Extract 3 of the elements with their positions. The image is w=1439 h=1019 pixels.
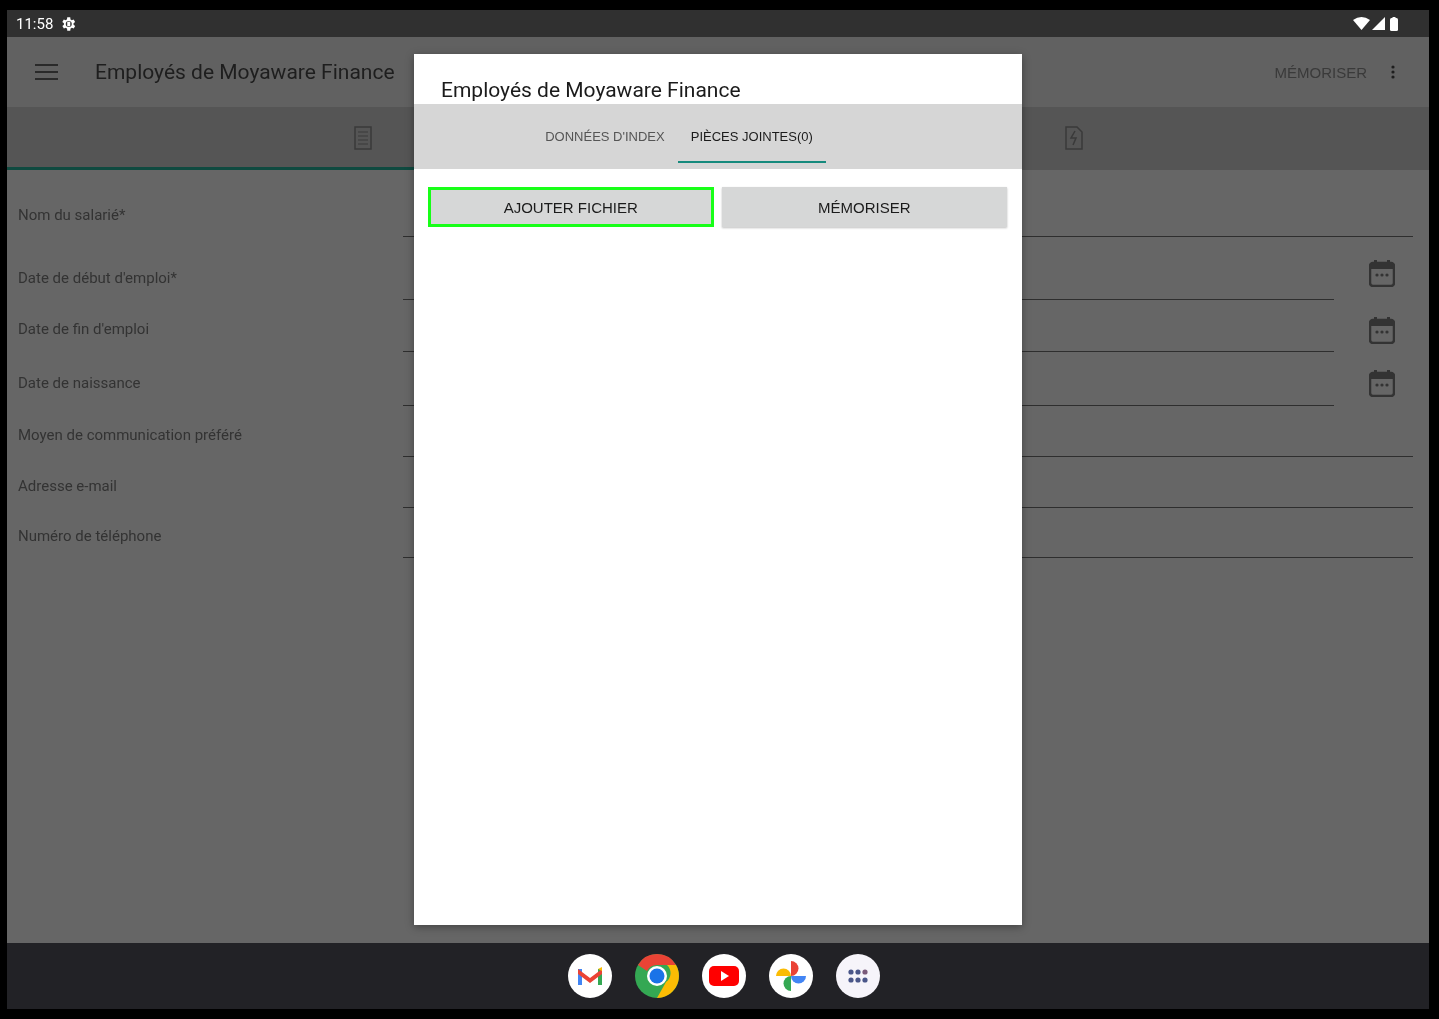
dialog-title: Employés de Moyaware Finance [440,77,742,104]
app-title: Employés de Moyaware Finance [95,60,395,84]
clock-time: 11:58 [16,14,54,33]
